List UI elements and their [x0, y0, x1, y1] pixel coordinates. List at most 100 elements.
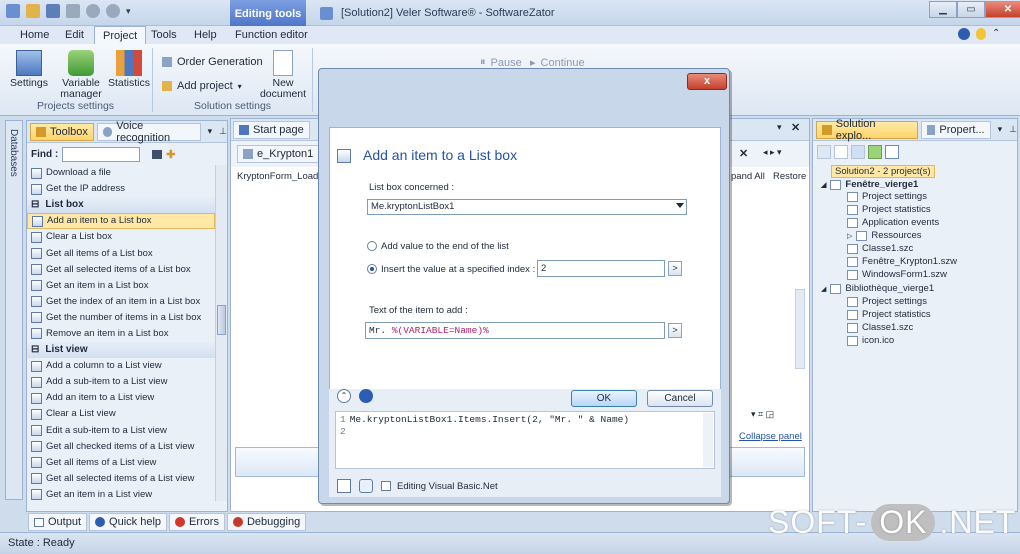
toolbox-item[interactable]: Remove an item in a List box: [27, 326, 215, 342]
add-project-button[interactable]: Add project ▾: [162, 80, 242, 92]
document-scrollbar[interactable]: [795, 289, 805, 369]
save-icon[interactable]: [46, 4, 60, 18]
help-icon[interactable]: [359, 389, 373, 403]
tab-toolbox[interactable]: Toolbox: [30, 122, 94, 141]
toolbox-item[interactable]: Add a sub-item to a List view: [27, 374, 215, 390]
tree-node[interactable]: Project statistics: [847, 309, 931, 320]
tree-node[interactable]: Project statistics: [847, 204, 931, 215]
tree-node[interactable]: Classe1.szc: [847, 243, 913, 254]
order-generation-button[interactable]: Order Generation: [162, 56, 263, 68]
databases-strip[interactable]: Databases: [5, 120, 23, 500]
tab-function-editor[interactable]: Function editor: [227, 26, 316, 44]
minimize-button[interactable]: ▁: [929, 1, 957, 18]
expander-icon[interactable]: ◢: [821, 181, 826, 189]
settings-button[interactable]: Settings: [8, 50, 50, 89]
databases-tab[interactable]: Databases: [8, 129, 19, 177]
expander-icon[interactable]: ▷: [847, 232, 852, 240]
refresh-icon[interactable]: [359, 479, 373, 493]
toolbox-item[interactable]: Get the index of an item in a List box: [27, 294, 215, 310]
close-button[interactable]: ✕: [985, 1, 1020, 18]
tree-node[interactable]: Application events: [847, 217, 939, 228]
toolbox-category[interactable]: ⊟ List box: [27, 197, 215, 214]
expand-all-link[interactable]: pand All: [731, 171, 765, 182]
add-icon[interactable]: ✚: [166, 148, 175, 161]
restore-link[interactable]: Restore: [773, 171, 806, 182]
panel-menu-icon[interactable]: ▾: [208, 126, 213, 137]
redo-icon[interactable]: [106, 4, 120, 18]
tab-edit[interactable]: Edit: [57, 26, 92, 44]
tab-form-krypton[interactable]: e_Krypton1: [237, 145, 320, 163]
scrollbar-thumb[interactable]: [217, 305, 226, 335]
toolbox-item[interactable]: Get the number of items in a List box: [27, 310, 215, 326]
code-scrollbar[interactable]: [703, 413, 713, 467]
index-browse-button[interactable]: >: [668, 261, 682, 276]
properties-small-icon[interactable]: [851, 145, 865, 159]
tab-solution-explorer[interactable]: Solution explo...: [816, 118, 919, 142]
toolbox-scrollbar[interactable]: [215, 165, 227, 501]
tab-voice-recognition[interactable]: Voice recognition: [96, 120, 201, 144]
maximize-button[interactable]: ▭: [957, 1, 985, 18]
tab-start-page[interactable]: Start page: [233, 121, 310, 139]
page-icon[interactable]: [834, 145, 848, 159]
code-editor[interactable]: 1 Me.kryptonListBox1.Items.Insert(2, "Mr…: [335, 411, 715, 469]
radio-insert-index[interactable]: [367, 264, 377, 274]
tab-tools[interactable]: Tools: [143, 26, 185, 44]
toolbox-item[interactable]: Download a file: [27, 165, 215, 181]
panel-tools-icons[interactable]: ▾ ⌗ ◲: [751, 409, 774, 420]
code-view-icon[interactable]: [337, 479, 351, 493]
toolbox-item[interactable]: Get all selected items of a List box: [27, 262, 215, 278]
tab-home[interactable]: Home: [12, 26, 57, 44]
customize-chevron-icon[interactable]: ▾: [126, 4, 140, 18]
text-browse-button[interactable]: >: [668, 323, 682, 338]
open-icon[interactable]: [26, 4, 40, 18]
tree-node[interactable]: Project settings: [847, 191, 927, 202]
tree-node[interactable]: ▷ Ressources: [847, 230, 922, 241]
editing-vb-checkbox[interactable]: [381, 481, 391, 491]
panel-menu-icon[interactable]: ▾: [998, 124, 1003, 135]
toolbox-item[interactable]: Get all selected items of a List view: [27, 471, 215, 487]
toolbox-item[interactable]: Get all items of a List view: [27, 455, 215, 471]
toolbox-item[interactable]: Get all items of a List box: [27, 245, 215, 261]
tab-errors[interactable]: Errors: [169, 513, 225, 531]
panel-menu-icon[interactable]: ▾: [777, 122, 782, 133]
new-document-button[interactable]: New document: [258, 50, 308, 100]
pin-icon[interactable]: ⊥: [1009, 124, 1017, 135]
tree-node[interactable]: icon.ico: [847, 335, 894, 346]
statistics-button[interactable]: Statistics: [108, 50, 150, 89]
radio-append-end[interactable]: [367, 241, 377, 251]
cut-icon[interactable]: [66, 4, 80, 18]
tab-quick-help[interactable]: Quick help: [89, 513, 168, 531]
collapse-icon[interactable]: ⊟: [31, 197, 39, 213]
add-item-icon[interactable]: [885, 145, 899, 159]
listbox-combo[interactable]: Me.kryptonListBox1: [367, 199, 687, 215]
nav-arrows-icon[interactable]: ◂ ▸ ▾: [763, 147, 782, 158]
dialog-close-button[interactable]: x: [687, 73, 727, 90]
cancel-button[interactable]: Cancel: [647, 390, 713, 407]
variable-manager-button[interactable]: Variable manager: [58, 50, 104, 100]
toolbox-item[interactable]: Add a column to a List view: [27, 358, 215, 374]
tree-node[interactable]: Solution2 - 2 project(s): [831, 165, 935, 178]
toolbox-item[interactable]: Get an item in a List box: [27, 278, 215, 294]
refresh-icon[interactable]: [868, 145, 882, 159]
toolbox-item[interactable]: Add an item to a List view: [27, 390, 215, 406]
toolbox-item[interactable]: Get an item in a List view: [27, 487, 215, 501]
toolbox-item[interactable]: Get the IP address: [27, 181, 215, 197]
toolbox-category[interactable]: ⊟ List view: [27, 342, 215, 359]
tree-node[interactable]: ◢ Fenêtre_vierge1: [821, 179, 918, 190]
binoculars-icon[interactable]: [152, 149, 163, 159]
collapse-icon[interactable]: ⊟: [31, 342, 39, 358]
toolbox-item[interactable]: Edit a sub-item to a List view: [27, 423, 215, 439]
expander-icon[interactable]: ◢: [821, 285, 826, 293]
tree-node[interactable]: Classe1.szc: [847, 322, 913, 333]
toolbox-item[interactable]: Clear a List box: [27, 229, 215, 245]
toolbox-item[interactable]: Add an item to a List box: [27, 213, 215, 230]
tree-node[interactable]: Fenêtre_Krypton1.szw: [847, 256, 957, 267]
text-input[interactable]: Mr. %(VARIABLE=Name)%: [365, 322, 665, 339]
undo-icon[interactable]: [86, 4, 100, 18]
close-tab-icon[interactable]: ✕: [739, 147, 748, 160]
tab-help[interactable]: Help: [186, 26, 225, 44]
tab-project[interactable]: Project: [94, 26, 147, 44]
collapse-panel-link[interactable]: Collapse panel: [739, 431, 802, 442]
toolbox-item[interactable]: Clear a List view: [27, 406, 215, 422]
tip-icon[interactable]: [976, 28, 986, 40]
